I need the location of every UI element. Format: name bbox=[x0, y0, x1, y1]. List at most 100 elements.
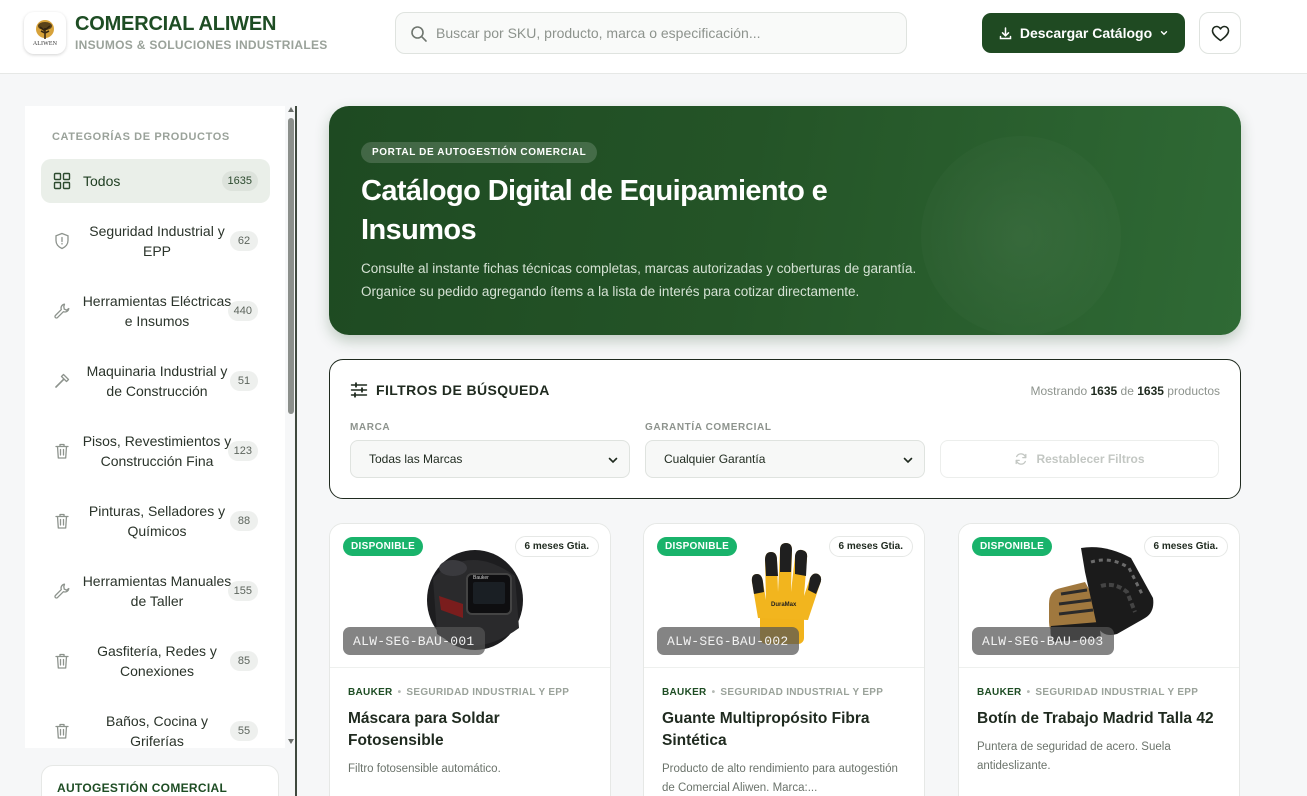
hero-decoration bbox=[921, 136, 1121, 335]
wrench-icon bbox=[54, 583, 70, 599]
sidebar-item-label: Herramientas Eléctricas e Insumos bbox=[82, 293, 232, 329]
filters-title: FILTROS DE BÚSQUEDA bbox=[376, 382, 550, 398]
category-count-badge: 55 bbox=[230, 721, 258, 741]
refresh-icon bbox=[1016, 453, 1027, 465]
hero-badge: PORTAL DE AUTOGESTIÓN COMERCIAL bbox=[361, 142, 598, 163]
sidebar-item-maquinaria[interactable]: Maquinaria Industrial y de Construcción … bbox=[41, 359, 270, 403]
trash-icon bbox=[55, 653, 69, 669]
reset-filters-button[interactable]: Restablecer Filtros bbox=[940, 440, 1219, 478]
search-filters-panel: FILTROS DE BÚSQUEDA Mostrando 1635 de 16… bbox=[329, 359, 1241, 499]
sidebar-scroll-thumb[interactable] bbox=[288, 118, 294, 414]
hero-title: Catálogo Digital de Equipamiento e Insum… bbox=[361, 175, 828, 246]
product-name[interactable]: Guante Multipropósito Fibra Sintética bbox=[662, 708, 912, 752]
results-count-prefix: Mostrando bbox=[1030, 384, 1088, 398]
product-card[interactable]: DuraMax DISPONIBLE 6 meses Gtia. ALW-SEG… bbox=[643, 523, 925, 796]
product-brand: BAUKER bbox=[662, 687, 707, 698]
heart-icon bbox=[1211, 25, 1229, 41]
separator-dot-icon: • bbox=[397, 687, 402, 698]
sidebar-item-herramientas-manuales[interactable]: Herramientas Manuales de Taller 155 bbox=[41, 569, 270, 613]
category-count-badge: 440 bbox=[227, 301, 258, 321]
sidebar-title: CATEGORÍAS DE PRODUCTOS bbox=[52, 131, 230, 143]
separator-dot-icon: • bbox=[711, 687, 716, 698]
chevron-down-icon bbox=[1160, 31, 1168, 36]
chevron-down-icon bbox=[903, 457, 913, 464]
product-image: Bauker DISPONIBLE 6 meses Gtia. ALW-SEG-… bbox=[330, 524, 610, 668]
sidebar-item-label: Pisos, Revestimientos y Construcción Fin… bbox=[82, 433, 232, 469]
warranty-badge: 6 meses Gtia. bbox=[1143, 536, 1228, 557]
product-category: SEGURIDAD INDUSTRIAL Y EPP bbox=[406, 687, 570, 698]
hero-banner: PORTAL DE AUTOGESTIÓN COMERCIAL Catálogo… bbox=[329, 106, 1241, 335]
brand-name: COMERCIAL ALIWEN bbox=[75, 13, 277, 35]
hero-description-line: Consulte al instante fichas técnicas com… bbox=[361, 261, 917, 276]
warranty-select[interactable]: Cualquier Garantía bbox=[645, 440, 925, 478]
product-name[interactable]: Máscara para Soldar Fotosensible bbox=[348, 708, 598, 752]
search-bar bbox=[395, 12, 907, 54]
sidebar-item-label: Todos bbox=[83, 173, 121, 189]
brand-tagline: INSUMOS & SOLUCIONES INDUSTRIALES bbox=[75, 38, 328, 52]
scroll-up-arrow-icon[interactable] bbox=[288, 107, 294, 112]
separator-dot-icon: • bbox=[1026, 687, 1031, 698]
category-count-badge: 51 bbox=[230, 371, 258, 391]
product-image: DISPONIBLE 6 meses Gtia. ALW-SEG-BAU-003 bbox=[959, 524, 1239, 668]
sidebar-item-pisos[interactable]: Pisos, Revestimientos y Construcción Fin… bbox=[41, 429, 270, 473]
results-count-mid: de bbox=[1120, 384, 1134, 398]
category-count-badge: 123 bbox=[227, 441, 258, 461]
warranty-filter-label: GARANTÍA COMERCIAL bbox=[645, 422, 772, 433]
product-card[interactable]: DISPONIBLE 6 meses Gtia. ALW-SEG-BAU-003… bbox=[958, 523, 1240, 796]
download-catalog-button[interactable]: Descargar Catálogo bbox=[982, 13, 1185, 53]
grid-icon bbox=[53, 172, 71, 190]
product-brand: BAUKER bbox=[977, 687, 1022, 698]
brand-logo[interactable]: ALIWEN bbox=[24, 12, 66, 54]
product-card[interactable]: Bauker DISPONIBLE 6 meses Gtia. ALW-SEG-… bbox=[329, 523, 611, 796]
warranty-select-value: Cualquier Garantía bbox=[664, 452, 766, 466]
shield-icon bbox=[55, 232, 69, 250]
hammer-icon bbox=[55, 373, 70, 388]
category-count-badge: 155 bbox=[227, 581, 258, 601]
product-category: SEGURIDAD INDUSTRIAL Y EPP bbox=[1035, 687, 1199, 698]
favorites-button[interactable] bbox=[1199, 12, 1241, 54]
tree-logo-icon bbox=[36, 20, 54, 39]
chevron-down-icon bbox=[608, 457, 618, 464]
filters-header: FILTROS DE BÚSQUEDA bbox=[350, 382, 550, 398]
sku-label: ALW-SEG-BAU-001 bbox=[343, 627, 485, 655]
category-count-badge: 1635 bbox=[221, 171, 258, 191]
results-count-total: 1635 bbox=[1137, 384, 1164, 398]
availability-badge: DISPONIBLE bbox=[972, 537, 1053, 556]
autogestion-title: AUTOGESTIÓN COMERCIAL bbox=[57, 781, 228, 795]
hero-description: Consulte al instante fichas técnicas com… bbox=[361, 257, 1001, 303]
sidebar-item-label: Seguridad Industrial y EPP bbox=[89, 223, 225, 259]
scroll-down-arrow-icon[interactable] bbox=[288, 739, 294, 744]
sidebar-item-banos[interactable]: Baños, Cocina y Griferías 55 bbox=[41, 709, 270, 748]
trash-icon bbox=[55, 443, 69, 459]
sidebar-item-label: Herramientas Manuales de Taller bbox=[82, 573, 232, 609]
sidebar-item-gasfiteria[interactable]: Gasfitería, Redes y Conexiones 85 bbox=[41, 639, 270, 683]
brand-select[interactable]: Todas las Marcas bbox=[350, 440, 630, 478]
product-category: SEGURIDAD INDUSTRIAL Y EPP bbox=[720, 687, 884, 698]
sidebar-item-herramientas-electricas[interactable]: Herramientas Eléctricas e Insumos 440 bbox=[41, 289, 270, 333]
results-count-suffix: productos bbox=[1167, 384, 1220, 398]
product-description: Producto de alto rendimiento para autoge… bbox=[662, 763, 898, 794]
search-input[interactable] bbox=[436, 21, 896, 45]
download-label: Descargar Catálogo bbox=[1019, 25, 1153, 41]
svg-text:Bauker: Bauker bbox=[473, 575, 489, 581]
top-header: ALIWEN COMERCIAL ALIWEN INSUMOS & SOLUCI… bbox=[0, 0, 1307, 74]
sidebar-item-label: Pinturas, Selladores y Químicos bbox=[88, 503, 226, 539]
warranty-badge: 6 meses Gtia. bbox=[514, 536, 599, 557]
product-meta: BAUKER • SEGURIDAD INDUSTRIAL Y EPP bbox=[977, 687, 1198, 698]
sidebar-item-todos[interactable]: Todos 1635 bbox=[41, 159, 270, 203]
hero-description-line: Organice su pedido agregando ítems a la … bbox=[361, 284, 860, 299]
trash-icon bbox=[55, 513, 69, 529]
sidebar-item-label: Gasfitería, Redes y Conexiones bbox=[97, 643, 217, 679]
sidebar-item-label: Maquinaria Industrial y de Construcción bbox=[86, 363, 228, 399]
product-meta: BAUKER • SEGURIDAD INDUSTRIAL Y EPP bbox=[662, 687, 883, 698]
sidebar-item-seguridad[interactable]: Seguridad Industrial y EPP 62 bbox=[41, 219, 270, 263]
sidebar-item-pinturas[interactable]: Pinturas, Selladores y Químicos 88 bbox=[41, 499, 270, 543]
logo-text: ALIWEN bbox=[32, 41, 58, 47]
results-count: Mostrando 1635 de 1635 productos bbox=[1030, 384, 1220, 398]
sku-label: ALW-SEG-BAU-002 bbox=[657, 627, 799, 655]
sidebar-item-label: Baños, Cocina y Griferías bbox=[106, 713, 208, 748]
sliders-icon bbox=[350, 382, 368, 398]
category-sidebar: CATEGORÍAS DE PRODUCTOS Todos 1635 Segur… bbox=[25, 106, 285, 748]
product-name[interactable]: Botín de Trabajo Madrid Talla 42 bbox=[977, 708, 1227, 730]
brand-select-value: Todas las Marcas bbox=[369, 452, 463, 466]
